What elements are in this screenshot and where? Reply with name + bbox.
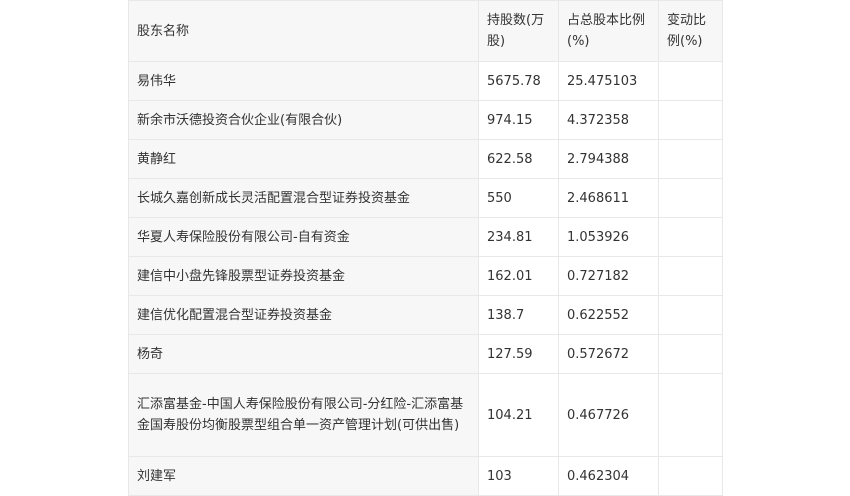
- cell-shares: 550: [478, 178, 559, 218]
- table-row: 黄静红 622.58 2.794388: [128, 139, 723, 179]
- cell-shares: 138.7: [478, 295, 559, 335]
- cell-change: [658, 373, 723, 457]
- cell-ratio: 0.467726: [558, 373, 659, 457]
- table-row: 建信中小盘先锋股票型证券投资基金 162.01 0.727182: [128, 256, 723, 296]
- cell-shares: 234.81: [478, 217, 559, 257]
- cell-change: [658, 178, 723, 218]
- cell-shares: 103: [478, 456, 559, 496]
- cell-name: 新余市沃德投资合伙企业(有限合伙): [128, 100, 479, 140]
- header-shareholder-name: 股东名称: [128, 0, 479, 62]
- cell-name: 汇添富基金-中国人寿保险股份有限公司-分红险-汇添富基金国寿股份均衡股票型组合单…: [128, 373, 479, 457]
- cell-name: 建信中小盘先锋股票型证券投资基金: [128, 256, 479, 296]
- table-row: 刘建军 103 0.462304: [128, 456, 723, 496]
- cell-change: [658, 139, 723, 179]
- cell-name: 杨奇: [128, 334, 479, 374]
- cell-change: [658, 256, 723, 296]
- cell-name: 华夏人寿保险股份有限公司-自有资金: [128, 217, 479, 257]
- cell-shares: 162.01: [478, 256, 559, 296]
- cell-name: 刘建军: [128, 456, 479, 496]
- cell-ratio: 1.053926: [558, 217, 659, 257]
- cell-ratio: 2.794388: [558, 139, 659, 179]
- cell-shares: 127.59: [478, 334, 559, 374]
- table-row: 易伟华 5675.78 25.475103: [128, 61, 723, 101]
- cell-ratio: 0.462304: [558, 456, 659, 496]
- cell-name: 建信优化配置混合型证券投资基金: [128, 295, 479, 335]
- table-row: 华夏人寿保险股份有限公司-自有资金 234.81 1.053926: [128, 217, 723, 257]
- cell-change: [658, 217, 723, 257]
- cell-shares: 622.58: [478, 139, 559, 179]
- cell-change: [658, 61, 723, 101]
- cell-ratio: 0.572672: [558, 334, 659, 374]
- cell-shares: 974.15: [478, 100, 559, 140]
- shareholder-table: 股东名称 持股数(万股) 占总股本比例(%) 变动比例(%) 易伟华 5675.…: [128, 0, 723, 496]
- cell-ratio: 4.372358: [558, 100, 659, 140]
- header-shares: 持股数(万股): [478, 0, 559, 62]
- cell-shares: 5675.78: [478, 61, 559, 101]
- cell-change: [658, 334, 723, 374]
- header-ratio: 占总股本比例(%): [558, 0, 659, 62]
- cell-change: [658, 456, 723, 496]
- table-body: 易伟华 5675.78 25.475103 新余市沃德投资合伙企业(有限合伙) …: [128, 61, 723, 496]
- cell-ratio: 0.727182: [558, 256, 659, 296]
- cell-name: 长城久嘉创新成长灵活配置混合型证券投资基金: [128, 178, 479, 218]
- table-row: 建信优化配置混合型证券投资基金 138.7 0.622552: [128, 295, 723, 335]
- header-change: 变动比例(%): [658, 0, 723, 62]
- cell-ratio: 25.475103: [558, 61, 659, 101]
- table-row: 杨奇 127.59 0.572672: [128, 334, 723, 374]
- table-row: 长城久嘉创新成长灵活配置混合型证券投资基金 550 2.468611: [128, 178, 723, 218]
- cell-name: 易伟华: [128, 61, 479, 101]
- table-row: 新余市沃德投资合伙企业(有限合伙) 974.15 4.372358: [128, 100, 723, 140]
- cell-ratio: 2.468611: [558, 178, 659, 218]
- cell-shares: 104.21: [478, 373, 559, 457]
- cell-name: 黄静红: [128, 139, 479, 179]
- shareholder-table-container: 股东名称 持股数(万股) 占总股本比例(%) 变动比例(%) 易伟华 5675.…: [128, 0, 723, 496]
- header-row: 股东名称 持股数(万股) 占总股本比例(%) 变动比例(%): [128, 0, 723, 62]
- table-row: 汇添富基金-中国人寿保险股份有限公司-分红险-汇添富基金国寿股份均衡股票型组合单…: [128, 373, 723, 457]
- cell-ratio: 0.622552: [558, 295, 659, 335]
- cell-change: [658, 100, 723, 140]
- cell-change: [658, 295, 723, 335]
- table-header: 股东名称 持股数(万股) 占总股本比例(%) 变动比例(%): [128, 0, 723, 62]
